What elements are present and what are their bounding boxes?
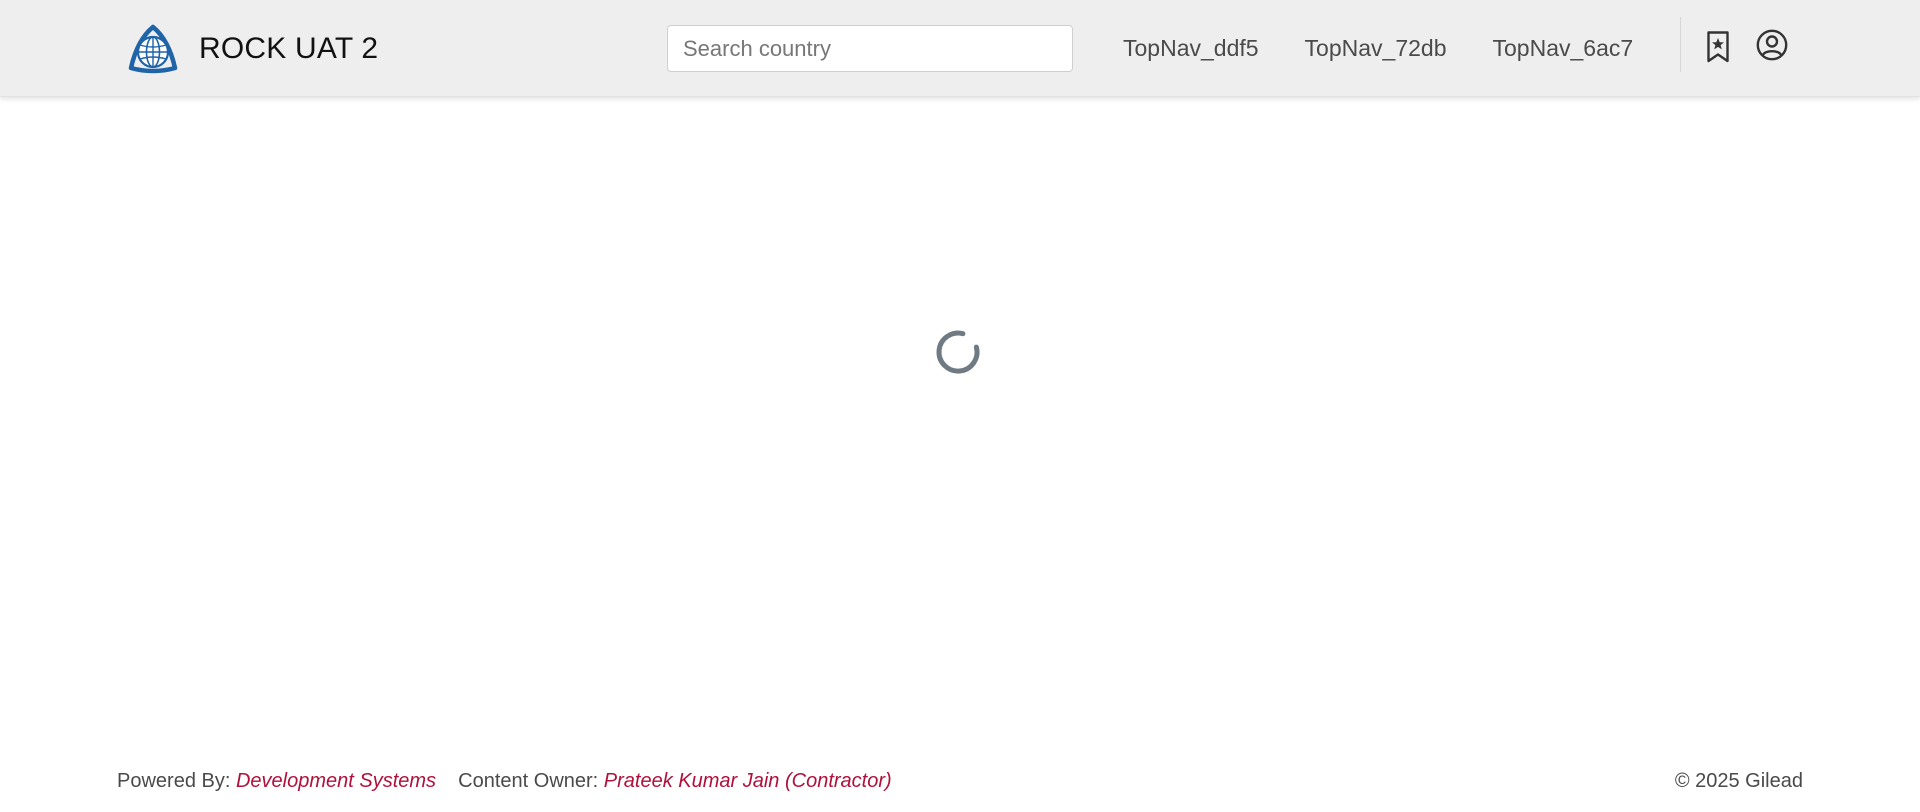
- nav-item-72db[interactable]: TopNav_72db: [1305, 35, 1447, 62]
- top-navbar: ROCK UAT 2 TopNav_ddf5 TopNav_72db TopNa…: [0, 0, 1920, 97]
- brand-home-link[interactable]: ROCK UAT 2: [127, 24, 378, 74]
- nav-item-6ac7[interactable]: TopNav_6ac7: [1493, 35, 1634, 62]
- globe-logo-icon: [128, 24, 178, 74]
- nav-divider: [1680, 17, 1681, 72]
- powered-by-link[interactable]: Development Systems: [236, 770, 436, 792]
- app-title: ROCK UAT 2: [199, 32, 379, 65]
- bookmark-star-icon: [1707, 31, 1729, 63]
- nav-item-ddf5[interactable]: TopNav_ddf5: [1123, 35, 1259, 62]
- loading-spinner-icon: [936, 330, 980, 374]
- powered-by-label: Powered By:: [117, 770, 231, 792]
- search-country-input[interactable]: [667, 25, 1073, 72]
- bookmarks-button[interactable]: [1706, 30, 1730, 64]
- content-owner-link[interactable]: Prateek Kumar Jain (Contractor): [604, 770, 892, 792]
- user-circle-icon: [1756, 29, 1788, 61]
- content-owner-label: Content Owner:: [458, 770, 599, 792]
- top-nav-menu: TopNav_ddf5 TopNav_72db TopNav_6ac7: [1123, 30, 1679, 66]
- footer-credits: Powered By: Development Systems Content …: [117, 770, 892, 793]
- page-footer: Powered By: Development Systems Content …: [117, 770, 1803, 800]
- user-profile-button[interactable]: [1756, 29, 1788, 61]
- copyright-text: © 2025 Gilead: [1674, 770, 1803, 792]
